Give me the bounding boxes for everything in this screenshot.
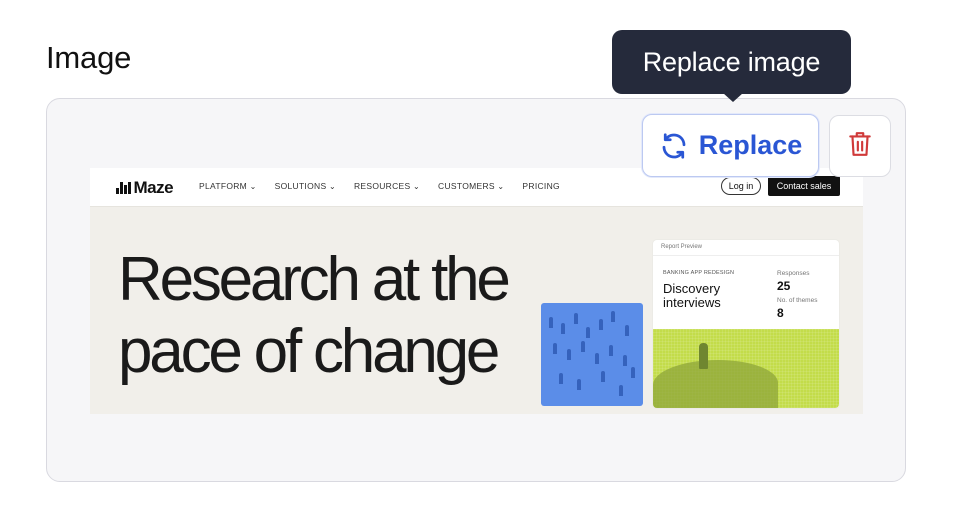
refresh-icon <box>659 131 689 161</box>
preview-report-card: Report Preview BANKING APP REDESIGN Disc… <box>653 240 839 408</box>
preview-menu-solutions: SOLUTIONS <box>275 181 336 191</box>
tooltip-arrow <box>723 93 743 102</box>
preview-report-name: Discovery interviews <box>663 282 721 310</box>
preview-report-kicker: BANKING APP REDESIGN <box>663 270 735 276</box>
preview-report-image <box>653 329 839 408</box>
preview-headline-line2: pace of change <box>118 317 500 386</box>
delete-button[interactable] <box>829 115 891 177</box>
preview-logo: Maze <box>116 178 174 198</box>
replace-button-label: Replace <box>698 130 803 160</box>
preview-stat-responses-label: Responses <box>777 270 810 277</box>
preview-crowd-image <box>541 303 643 406</box>
preview-menu-pricing: PRICING <box>522 181 560 191</box>
image-preview: Maze PLATFORM SOLUTIONS RESOURCES CUSTOM… <box>90 168 863 414</box>
preview-report-name-line2: interviews <box>663 295 721 310</box>
maze-logo-icon <box>116 182 131 194</box>
preview-report-name-line1: Discovery <box>663 281 721 296</box>
replace-tooltip: Replace image <box>612 30 851 94</box>
replace-button[interactable]: Replace <box>642 114 819 177</box>
preview-menu: PLATFORM SOLUTIONS RESOURCES CUSTOMERS P… <box>199 181 560 191</box>
preview-stat-themes-value: 8 <box>777 306 784 320</box>
preview-menu-platform: PLATFORM <box>199 181 257 191</box>
trash-icon <box>847 130 873 163</box>
preview-stat-responses-value: 25 <box>777 279 791 293</box>
preview-stat-themes-label: No. of themes <box>777 297 818 304</box>
preview-login-button: Log in <box>721 177 761 195</box>
preview-headline-line1: Research at the <box>118 245 511 314</box>
preview-report-title: Report Preview <box>661 244 703 250</box>
preview-contact-button: Contact sales <box>768 176 840 196</box>
preview-headline: Research at the pace of change <box>118 244 548 388</box>
image-field-label: Image <box>46 40 132 75</box>
preview-menu-resources: RESOURCES <box>354 181 420 191</box>
preview-logo-text: Maze <box>133 178 174 197</box>
preview-menu-customers: CUSTOMERS <box>438 181 504 191</box>
